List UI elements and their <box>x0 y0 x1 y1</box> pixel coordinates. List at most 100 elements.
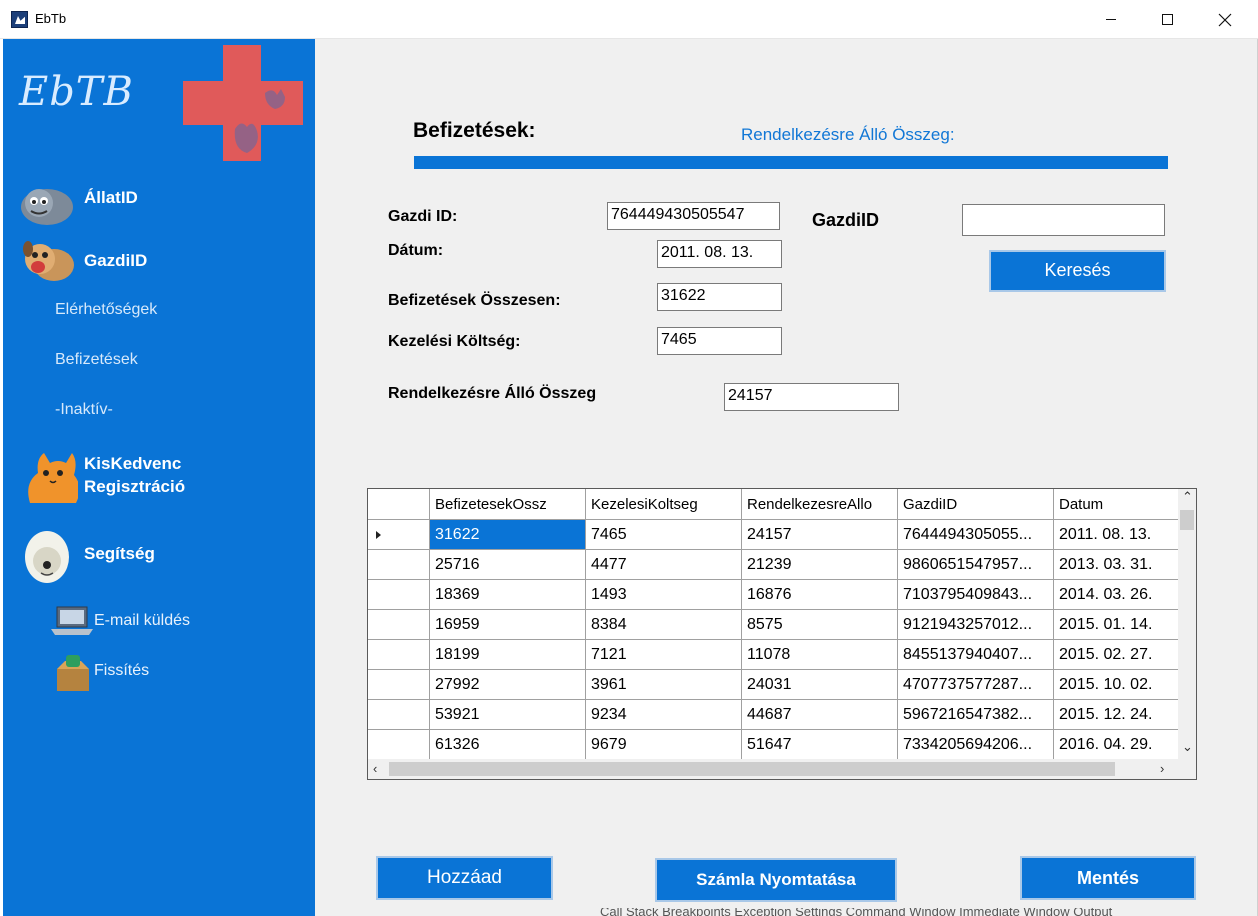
table-cell[interactable]: 31622 <box>430 520 586 550</box>
table-cell[interactable]: 24157 <box>742 520 898 550</box>
column-header[interactable]: BefizetesekOssz <box>430 489 586 520</box>
table-cell[interactable]: 11078 <box>742 640 898 670</box>
cat-icon <box>28 453 78 503</box>
table-cell[interactable]: 7103795409843... <box>898 580 1054 610</box>
column-header[interactable]: GazdiID <box>898 489 1054 520</box>
table-cell[interactable]: 21239 <box>742 550 898 580</box>
table-cell[interactable]: 61326 <box>430 730 586 760</box>
table-row[interactable]: 53921 9234 44687 5967216547382... 2015. 12. … <box>368 700 1180 730</box>
scroll-right-icon[interactable]: › <box>1160 761 1164 776</box>
vertical-scroll-thumb[interactable] <box>1180 510 1194 530</box>
nav-email[interactable]: E-mail küldés <box>3 603 315 639</box>
nav-gazdi-label: GazdiID <box>84 251 148 270</box>
table-cell[interactable]: 51647 <box>742 730 898 760</box>
table-cell[interactable]: 2015. 02. 27. <box>1054 640 1180 670</box>
table-cell[interactable]: 9234 <box>586 700 742 730</box>
animal-icon <box>21 189 73 225</box>
search-button[interactable]: Keresés <box>989 250 1166 292</box>
table-cell[interactable]: 25716 <box>430 550 586 580</box>
table-cell[interactable]: 16876 <box>742 580 898 610</box>
available-amount-heading: Rendelkezésre Álló Összeg: <box>741 125 955 144</box>
nav-allat[interactable]: ÁllatID <box>3 177 315 227</box>
table-cell[interactable]: 18199 <box>430 640 586 670</box>
scroll-up-icon[interactable]: ⌃ <box>1182 489 1193 505</box>
table-cell[interactable]: 18369 <box>430 580 586 610</box>
column-header[interactable]: KezelesiKoltseg <box>586 489 742 520</box>
table-cell[interactable]: 44687 <box>742 700 898 730</box>
row-header[interactable] <box>368 550 430 580</box>
table-cell[interactable]: 8575 <box>742 610 898 640</box>
column-header[interactable]: Datum <box>1054 489 1180 520</box>
table-row[interactable]: 25716 4477 21239 9860651547957... 2013. 03. … <box>368 550 1180 580</box>
payments-grid[interactable]: BefizetesekOssz KezelesiKoltseg Rendelke… <box>367 488 1197 780</box>
table-row[interactable]: 31622 7465 24157 7644494305055... 2011. 08. … <box>368 520 1180 550</box>
table-row[interactable]: 61326 9679 51647 7334205694206... 2016. 04. … <box>368 730 1180 760</box>
rendelkezesre-allo-field[interactable]: 24157 <box>724 383 899 411</box>
table-cell[interactable]: 4477 <box>586 550 742 580</box>
kezelesi-koltseg-field[interactable]: 7465 <box>657 327 782 355</box>
table-row[interactable]: 18199 7121 11078 8455137940407... 2015. 02. … <box>368 640 1180 670</box>
table-cell[interactable]: 8455137940407... <box>898 640 1054 670</box>
table-row[interactable]: 16959 8384 8575 9121943257012... 2015. 01. 1… <box>368 610 1180 640</box>
row-header[interactable] <box>368 610 430 640</box>
heading-divider <box>414 156 1168 169</box>
nav-gazdi[interactable]: GazdiID <box>3 235 315 285</box>
row-header[interactable] <box>368 670 430 700</box>
befizetesek-osszesen-field[interactable]: 31622 <box>657 283 782 311</box>
table-cell[interactable]: 2014. 03. 26. <box>1054 580 1180 610</box>
datum-field[interactable]: 2011. 08. 13. <box>657 240 782 268</box>
column-header[interactable]: RendelkezesreAllo <box>742 489 898 520</box>
minimize-icon <box>1106 19 1116 21</box>
horizontal-scroll-thumb[interactable] <box>389 762 1115 776</box>
table-cell[interactable]: 2015. 01. 14. <box>1054 610 1180 640</box>
table-row[interactable]: 27992 3961 24031 4707737577287... 2015. 10. … <box>368 670 1180 700</box>
maximize-button[interactable] <box>1138 0 1196 39</box>
table-cell[interactable]: 8384 <box>586 610 742 640</box>
table-cell[interactable]: 2015. 10. 02. <box>1054 670 1180 700</box>
grid-corner-header <box>368 489 430 520</box>
row-header[interactable] <box>368 580 430 610</box>
table-cell[interactable]: 9860651547957... <box>898 550 1054 580</box>
nav-befizetesek[interactable]: Befizetések <box>55 351 138 369</box>
table-cell[interactable]: 1493 <box>586 580 742 610</box>
print-invoice-button[interactable]: Számla Nyomtatása <box>655 858 897 902</box>
table-cell[interactable]: 9679 <box>586 730 742 760</box>
table-cell[interactable]: 3961 <box>586 670 742 700</box>
gazdi-id-field[interactable]: 764449430505547 <box>607 202 780 230</box>
table-cell[interactable]: 7121 <box>586 640 742 670</box>
grid-horizontal-scrollbar[interactable]: ‹ › <box>368 759 1180 779</box>
table-cell[interactable]: 2013. 03. 31. <box>1054 550 1180 580</box>
nav-elerhetosegek[interactable]: Elérhetőségek <box>55 301 157 319</box>
table-cell[interactable]: 53921 <box>430 700 586 730</box>
table-cell[interactable]: 27992 <box>430 670 586 700</box>
table-cell[interactable]: 9121943257012... <box>898 610 1054 640</box>
grid-vertical-scrollbar[interactable]: ⌃ ⌄ <box>1178 489 1196 759</box>
nav-segitseg[interactable]: Segítség <box>3 527 315 587</box>
minimize-button[interactable] <box>1082 0 1140 39</box>
table-row[interactable]: 18369 1493 16876 7103795409843... 2014. 03. … <box>368 580 1180 610</box>
table-cell[interactable]: 7465 <box>586 520 742 550</box>
row-header[interactable] <box>368 730 430 760</box>
row-header[interactable] <box>368 520 430 550</box>
table-cell[interactable]: 2011. 08. 13. <box>1054 520 1180 550</box>
table-cell[interactable]: 2016. 04. 29. <box>1054 730 1180 760</box>
table-cell[interactable]: 7334205694206... <box>898 730 1054 760</box>
save-button[interactable]: Mentés <box>1020 856 1196 900</box>
row-header[interactable] <box>368 640 430 670</box>
table-cell[interactable]: 24031 <box>742 670 898 700</box>
table-cell[interactable]: 4707737577287... <box>898 670 1054 700</box>
scroll-down-icon[interactable]: ⌄ <box>1182 739 1193 755</box>
table-cell[interactable]: 5967216547382... <box>898 700 1054 730</box>
gazdi-search-input[interactable] <box>962 204 1165 236</box>
row-header[interactable] <box>368 700 430 730</box>
nav-frissites[interactable]: Fissítés <box>3 653 315 693</box>
nav-kiskedvenc[interactable]: KisKedvenc Regisztráció <box>3 443 315 507</box>
background-window-strip: Call Stack Breakpoints Exception Setting… <box>600 908 1258 916</box>
table-cell[interactable]: 2015. 12. 24. <box>1054 700 1180 730</box>
scroll-left-icon[interactable]: ‹ <box>373 761 377 776</box>
table-cell[interactable]: 16959 <box>430 610 586 640</box>
close-button[interactable] <box>1196 0 1254 39</box>
add-button[interactable]: Hozzáad <box>376 856 553 900</box>
nav-inaktiv[interactable]: -Inaktív- <box>55 401 113 419</box>
table-cell[interactable]: 7644494305055... <box>898 520 1054 550</box>
